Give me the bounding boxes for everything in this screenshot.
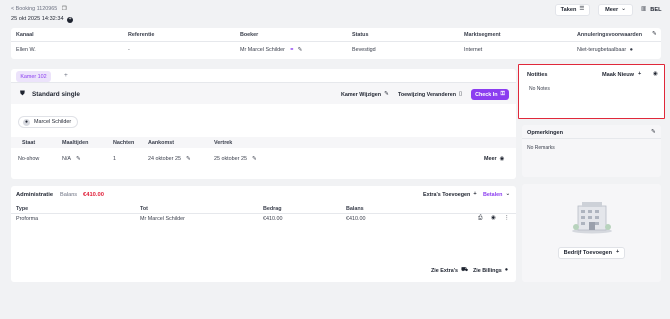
back-link[interactable]: < Booking 1120965 ❐	[11, 6, 67, 13]
plus-icon: +	[473, 191, 477, 197]
cancellation-value: Niet-terugbetaalbaar ●	[577, 47, 634, 54]
room-card: Kamer 102 + ⛊ Standard single Kamer Wijz…	[11, 69, 516, 179]
notes-empty: No Notes	[529, 86, 550, 92]
eye-icon[interactable]: ◉	[653, 71, 658, 78]
header-market-segment: Marktsegment	[464, 32, 501, 38]
remarks-card: Opmerkingen ✎ No Remarks	[522, 125, 661, 177]
departure-value[interactable]: 25 oktober 25 ✎	[214, 156, 257, 163]
edit-icon[interactable]: ✎	[651, 129, 656, 136]
info-icon[interactable]: ●	[630, 47, 633, 54]
change-assignment-button[interactable]: Toewijzing Veranderen ▯	[398, 91, 463, 98]
booking-info-card: Kanaal Referentie Boeker Status Marktseg…	[11, 28, 661, 59]
company-card: Bedrijf Toevoegen +	[522, 184, 661, 282]
header-departure: Vertrek	[214, 140, 233, 146]
chevron-down-icon: ⌄	[621, 6, 626, 13]
eye-icon[interactable]: ◉	[491, 215, 496, 222]
invoice-balance: €410.00	[346, 216, 366, 222]
header-type: Type	[16, 206, 29, 212]
header-amount: Bedrag	[263, 206, 282, 212]
copy-icon[interactable]: ❐	[62, 6, 67, 13]
add-extras-button[interactable]: Extra's Toevoegen +	[423, 191, 477, 198]
status-value: Bevestigd	[352, 47, 376, 53]
tab-room-102[interactable]: Kamer 102	[16, 71, 51, 82]
invoice-amount: €410.00	[263, 216, 283, 222]
room-type: Standard single	[32, 91, 80, 98]
add-company-button[interactable]: Bedrijf Toevoegen +	[558, 247, 625, 259]
balance-value: €410.00	[83, 192, 104, 198]
language-selector[interactable]: ▥ BEL	[641, 6, 661, 13]
administration-card: Administratie Balans €410.00 Extra's Toe…	[11, 186, 516, 282]
notes-card: Notities Maak Nieuw + ◉ No Notes	[518, 64, 665, 119]
header-to: Tot	[140, 206, 148, 212]
header-nights: Nachten	[113, 140, 135, 146]
plus-icon: +	[616, 249, 620, 256]
see-billings-button[interactable]: Zie Billings ●	[473, 267, 509, 274]
print-icon[interactable]: ⎙	[478, 215, 482, 222]
change-room-button[interactable]: Kamer Wijzigen ✎	[341, 91, 389, 98]
header-arrival: Aankomst	[148, 140, 175, 146]
building-icon: ▥	[641, 6, 647, 12]
see-extras-button[interactable]: Zie Extra's ⛟	[431, 267, 469, 274]
reference-value: -	[128, 47, 130, 53]
guest-chip[interactable]: ● Marcel Schilder	[18, 116, 78, 128]
edit-icon: ✎	[251, 156, 257, 162]
more-vertical-icon[interactable]: ⋮	[504, 215, 510, 222]
header-reference: Referentie	[128, 32, 155, 38]
tasks-button[interactable]: Taken ☰	[555, 4, 590, 16]
arrival-value[interactable]: 24 oktober 25 ✎	[148, 156, 191, 163]
header-meals: Maaltijden	[62, 140, 89, 146]
edit-icon[interactable]: ✎	[652, 31, 657, 38]
market-segment-value: Internet	[464, 47, 483, 53]
info-icon: ●	[504, 267, 509, 273]
link-icon[interactable]: ⚭	[289, 47, 294, 54]
edit-icon: ✎	[76, 156, 81, 162]
invoice-to: Mr Marcel Schilder	[140, 216, 185, 222]
header-balance: Balans	[346, 206, 364, 212]
nights-value: 1	[113, 156, 116, 162]
check-in-button[interactable]: Check In ⚿	[471, 89, 509, 100]
header-status: Status	[352, 32, 369, 38]
header-state: Staat	[22, 140, 36, 146]
booking-datetime: 25 okt 2025 14:32:34 +	[11, 16, 74, 23]
chevron-down-icon: ⌄	[505, 191, 511, 197]
header-cancellation: Annuleringsvoorwaarden	[577, 32, 642, 38]
bed-icon: ⛊	[20, 90, 25, 97]
more-button[interactable]: Meer ◉	[484, 156, 504, 163]
balance-label: Balans	[60, 192, 78, 198]
add-circle-icon[interactable]: +	[67, 16, 74, 23]
plus-icon: +	[638, 71, 642, 77]
remarks-empty: No Remarks	[527, 145, 555, 151]
user-icon: ●	[23, 118, 30, 126]
edit-icon[interactable]: ✎	[298, 47, 303, 54]
header-channel: Kanaal	[16, 32, 34, 38]
state-value: No-show	[18, 156, 40, 162]
invoice-type: Proforma	[16, 216, 39, 222]
eye-icon: ◉	[499, 156, 505, 162]
booker-value: Mr Marcel Schilder ⚭ ✎	[240, 47, 303, 54]
header-booker: Boeker	[240, 32, 259, 38]
pay-button[interactable]: Betalen ⌄	[483, 191, 511, 198]
more-button[interactable]: Meer ⌄	[598, 4, 633, 16]
cart-icon: ⛟	[461, 267, 469, 273]
list-icon: ☰	[579, 6, 585, 13]
meals-value[interactable]: N/A ✎	[62, 156, 81, 163]
admin-title: Administratie	[16, 192, 54, 198]
key-icon: ⚿	[500, 90, 505, 97]
remarks-title: Opmerkingen	[527, 130, 564, 136]
channel-value: Ellen W.	[16, 47, 36, 53]
new-note-button[interactable]: Maak Nieuw +	[602, 71, 642, 78]
door-icon: ▯	[459, 91, 463, 97]
building-illustration-icon	[572, 202, 612, 234]
edit-icon: ✎	[384, 91, 389, 97]
add-room-tab-button[interactable]: +	[64, 72, 68, 79]
edit-icon: ✎	[185, 156, 191, 162]
notes-title: Notities	[527, 72, 548, 78]
